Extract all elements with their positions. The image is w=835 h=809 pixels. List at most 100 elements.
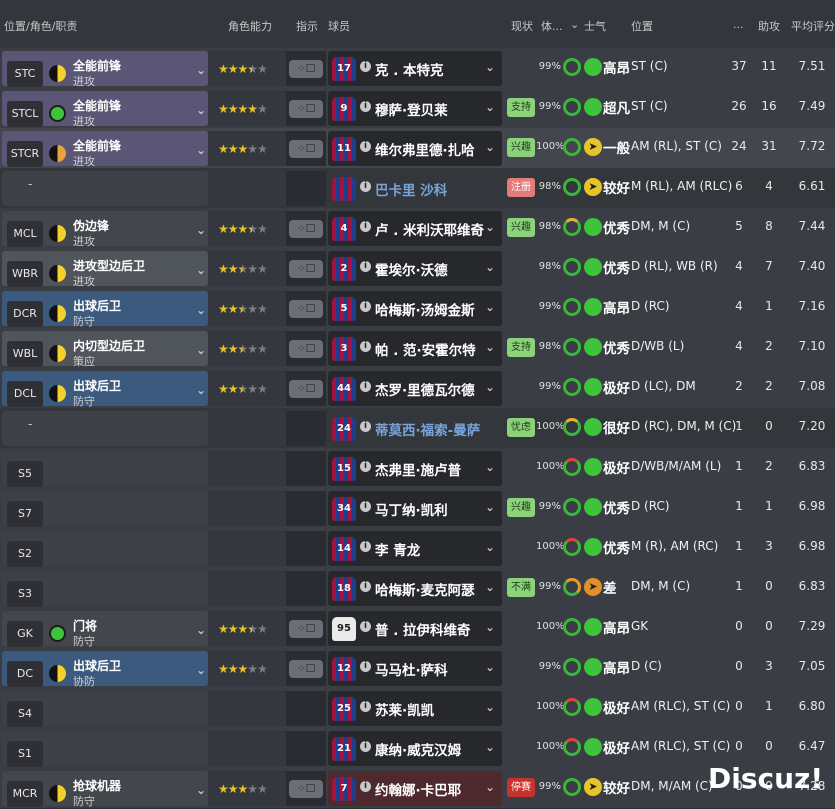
chevron-down-icon[interactable]: ⌄ bbox=[485, 580, 495, 594]
role-selector[interactable]: DCL 出球后卫 防守 ⌄ bbox=[2, 371, 208, 408]
table-row[interactable]: S4 25 i 苏莱·凯凯 ⌄ 100% 极好 AM (RLC), ST (C) 0 1 6.80 bbox=[0, 688, 835, 728]
info-icon[interactable]: i bbox=[360, 461, 371, 472]
chevron-down-icon[interactable]: ⌄ bbox=[485, 740, 495, 754]
player-cell[interactable]: 5 i 哈梅斯·汤姆金斯 ⌄ bbox=[328, 291, 502, 326]
role-selector[interactable]: STC 全能前锋 进攻 ⌄ bbox=[2, 51, 208, 88]
role-selector[interactable]: S7 bbox=[2, 491, 208, 527]
player-cell[interactable]: 24 i 蒂莫西·福索-曼萨 bbox=[328, 411, 502, 446]
info-icon[interactable]: i bbox=[360, 261, 371, 272]
player-name[interactable]: 哈梅斯·麦克阿瑟 bbox=[375, 579, 475, 599]
chevron-down-icon[interactable]: ⌄ bbox=[485, 260, 495, 274]
role-selector[interactable]: S2 bbox=[2, 531, 208, 567]
chevron-down-icon[interactable]: ⌄ bbox=[485, 620, 495, 634]
player-cell[interactable]: 3i 帕 . 范·安霍尔特 ⌄ bbox=[328, 331, 502, 366]
instruction-icon[interactable]: ⁘☐ bbox=[289, 60, 323, 78]
sort-chevron-icon[interactable]: ⌄ bbox=[570, 18, 579, 31]
player-cell[interactable]: 9 i 穆萨·登贝莱 ⌄ bbox=[328, 91, 502, 126]
chevron-down-icon[interactable]: ⌄ bbox=[485, 100, 495, 114]
instruction-icon[interactable]: ⁘☐ bbox=[289, 780, 323, 798]
header-morale[interactable]: 士气 bbox=[584, 18, 606, 34]
table-row[interactable]: DCL 出球后卫 防守 ⌄ ★★★★★ ⁘☐ 44 i 杰罗·里德瓦尔德 ⌄ 99% 极好 D (LC)… bbox=[0, 368, 835, 408]
header-player[interactable]: 球员 bbox=[328, 18, 350, 34]
role-selector[interactable]: GK 门将 防守 ⌄ bbox=[2, 611, 208, 648]
role-selector[interactable]: - bbox=[2, 171, 208, 206]
table-row[interactable]: S7 34 i 马丁纳·凯利 ⌄ 兴趣 99% 优秀 D (RC) 1 1 6.98 bbox=[0, 488, 835, 528]
table-row[interactable]: WBR 进攻型边后卫 进攻 ⌄ ★★★★★ ⁘☐ 2 i 霍埃尔·沃德 ⌄ 98% 优秀 D (RL),… bbox=[0, 248, 835, 288]
role-selector[interactable]: - bbox=[2, 411, 208, 446]
chevron-down-icon[interactable]: ⌄ bbox=[196, 143, 206, 157]
info-icon[interactable]: i bbox=[360, 141, 371, 152]
instruction-icon[interactable]: ⁘☐ bbox=[289, 100, 323, 118]
player-name[interactable]: 杰罗·里德瓦尔德 bbox=[375, 379, 475, 399]
chevron-down-icon[interactable]: ⌄ bbox=[196, 783, 206, 797]
chevron-down-icon[interactable]: ⌄ bbox=[196, 343, 206, 357]
table-row[interactable]: S5 15 i 杰弗里·施卢普 ⌄ 100% 极好 D/WB/M/AM (L) 1 2 6.83 bbox=[0, 448, 835, 488]
info-icon[interactable]: i bbox=[360, 301, 371, 312]
player-name[interactable]: 约翰娜·卡巴耶 bbox=[375, 779, 461, 799]
role-selector[interactable]: DC 出球后卫 协防 ⌄ bbox=[2, 651, 208, 688]
chevron-down-icon[interactable]: ⌄ bbox=[485, 380, 495, 394]
player-cell[interactable]: 2 i 霍埃尔·沃德 ⌄ bbox=[328, 251, 502, 286]
header-instruction[interactable]: 指示 bbox=[296, 18, 318, 34]
player-name[interactable]: 杰弗里·施卢普 bbox=[375, 459, 461, 479]
table-row[interactable]: STC 全能前锋 进攻 ⌄ ★★★★★ ⁘☐ 17 i 克 . 本特克 ⌄ 99% 高昂 ST (C) 3… bbox=[0, 48, 835, 88]
chevron-down-icon[interactable]: ⌄ bbox=[196, 623, 206, 637]
chevron-down-icon[interactable]: ⌄ bbox=[485, 660, 495, 674]
player-cell[interactable]: 4i 卢 . 米利沃耶维奇 ⌄ bbox=[328, 211, 502, 246]
header-avg-rating[interactable]: 平均评分 bbox=[791, 18, 835, 34]
chevron-down-icon[interactable]: ⌄ bbox=[485, 780, 495, 794]
info-icon[interactable]: i bbox=[360, 101, 371, 112]
header-position[interactable]: 位置/角色/职责 bbox=[4, 18, 77, 34]
table-row[interactable]: STCR 全能前锋 进攻 ⌄ ★★★★★ ⁘☐ 11 i 维尔弗里德·扎哈 ⌄ 兴趣 100% ➤ 一般 A… bbox=[0, 128, 835, 168]
instruction-icon[interactable]: ⁘☐ bbox=[289, 140, 323, 158]
role-selector[interactable]: S4 bbox=[2, 691, 208, 727]
instruction-icon[interactable]: ⁘☐ bbox=[289, 380, 323, 398]
player-name[interactable]: 穆萨·登贝莱 bbox=[375, 99, 448, 119]
role-selector[interactable]: MCR 抢球机器 防守 ⌄ bbox=[2, 771, 208, 808]
info-icon[interactable]: i bbox=[360, 541, 371, 552]
role-selector[interactable]: DCR 出球后卫 防守 ⌄ bbox=[2, 291, 208, 328]
header-assists[interactable]: 助攻 bbox=[758, 18, 780, 34]
instruction-icon[interactable]: ⁘☐ bbox=[289, 660, 323, 678]
chevron-down-icon[interactable]: ⌄ bbox=[485, 140, 495, 154]
table-row[interactable]: - i 巴卡里 沙科 注册 98% ➤ 较好 M (RL), AM (RLC) 6 4 6.61 bbox=[0, 168, 835, 208]
info-icon[interactable]: i bbox=[360, 181, 371, 192]
role-selector[interactable]: S5 bbox=[2, 451, 208, 487]
player-name[interactable]: 哈梅斯·汤姆金斯 bbox=[375, 299, 475, 319]
player-name[interactable]: 巴卡里 沙科 bbox=[375, 179, 447, 199]
chevron-down-icon[interactable]: ⌄ bbox=[485, 60, 495, 74]
info-icon[interactable]: i bbox=[360, 381, 371, 392]
table-row[interactable]: S3 18 i 哈梅斯·麦克阿瑟 ⌄ 不满 99% ➤ 差 DM, M (C) 1 0 6.83 bbox=[0, 568, 835, 608]
player-name[interactable]: 蒂莫西·福索-曼萨 bbox=[375, 419, 480, 439]
chevron-down-icon[interactable]: ⌄ bbox=[485, 460, 495, 474]
info-icon[interactable]: i bbox=[360, 221, 371, 232]
info-icon[interactable]: i bbox=[360, 581, 371, 592]
chevron-down-icon[interactable]: ⌄ bbox=[485, 500, 495, 514]
role-selector[interactable]: STCL 全能前锋 进攻 ⌄ bbox=[2, 91, 208, 128]
info-icon[interactable]: i bbox=[360, 741, 371, 752]
chevron-down-icon[interactable]: ⌄ bbox=[485, 340, 495, 354]
player-cell[interactable]: 14 i 李 青龙 ⌄ bbox=[328, 531, 502, 566]
player-name[interactable]: 霍埃尔·沃德 bbox=[375, 259, 448, 279]
table-row[interactable]: STCL 全能前锋 进攻 ⌄ ★★★★★ ⁘☐ 9 i 穆萨·登贝莱 ⌄ 支持 99% 超凡 ST (C)… bbox=[0, 88, 835, 128]
info-icon[interactable]: i bbox=[360, 701, 371, 712]
info-icon[interactable]: i bbox=[360, 781, 371, 792]
table-row[interactable]: WBL 内切型边后卫 策应 ⌄ ★★★★★ ⁘☐ 3 i 帕 . 范·安霍尔特 ⌄ 支持 98% 优秀 D… bbox=[0, 328, 835, 368]
header-condition[interactable]: 体... bbox=[541, 18, 563, 34]
chevron-down-icon[interactable]: ⌄ bbox=[196, 303, 206, 317]
player-cell[interactable]: 44 i 杰罗·里德瓦尔德 ⌄ bbox=[328, 371, 502, 406]
header-ability[interactable]: 角色能力 bbox=[228, 18, 272, 34]
role-selector[interactable]: S3 bbox=[2, 571, 208, 607]
instruction-icon[interactable]: ⁘☐ bbox=[289, 340, 323, 358]
table-row[interactable]: GK 门将 防守 ⌄ ★★★★★ ⁘☐ 95 i 普 . 拉伊科维奇 ⌄ 100% 高昂 GK 0 0 7.2… bbox=[0, 608, 835, 648]
instruction-icon[interactable]: ⁘☐ bbox=[289, 620, 323, 638]
chevron-down-icon[interactable]: ⌄ bbox=[485, 300, 495, 314]
player-name[interactable]: 维尔弗里德·扎哈 bbox=[375, 139, 475, 159]
chevron-down-icon[interactable]: ⌄ bbox=[196, 263, 206, 277]
player-cell[interactable]: 21 i 康纳·威克汉姆 ⌄ bbox=[328, 731, 502, 766]
table-row[interactable]: MCL 伪边锋 进攻 ⌄ ★★★★★ ⁘☐ 4 i 卢 . 米利沃耶维奇 ⌄ 兴趣 98% 优秀 DM, … bbox=[0, 208, 835, 248]
player-name[interactable]: 帕 . 范·安霍尔特 bbox=[375, 339, 476, 359]
chevron-down-icon[interactable]: ⌄ bbox=[196, 103, 206, 117]
info-icon[interactable]: i bbox=[360, 621, 371, 632]
player-name[interactable]: 卢 . 米利沃耶维奇 bbox=[375, 219, 484, 239]
